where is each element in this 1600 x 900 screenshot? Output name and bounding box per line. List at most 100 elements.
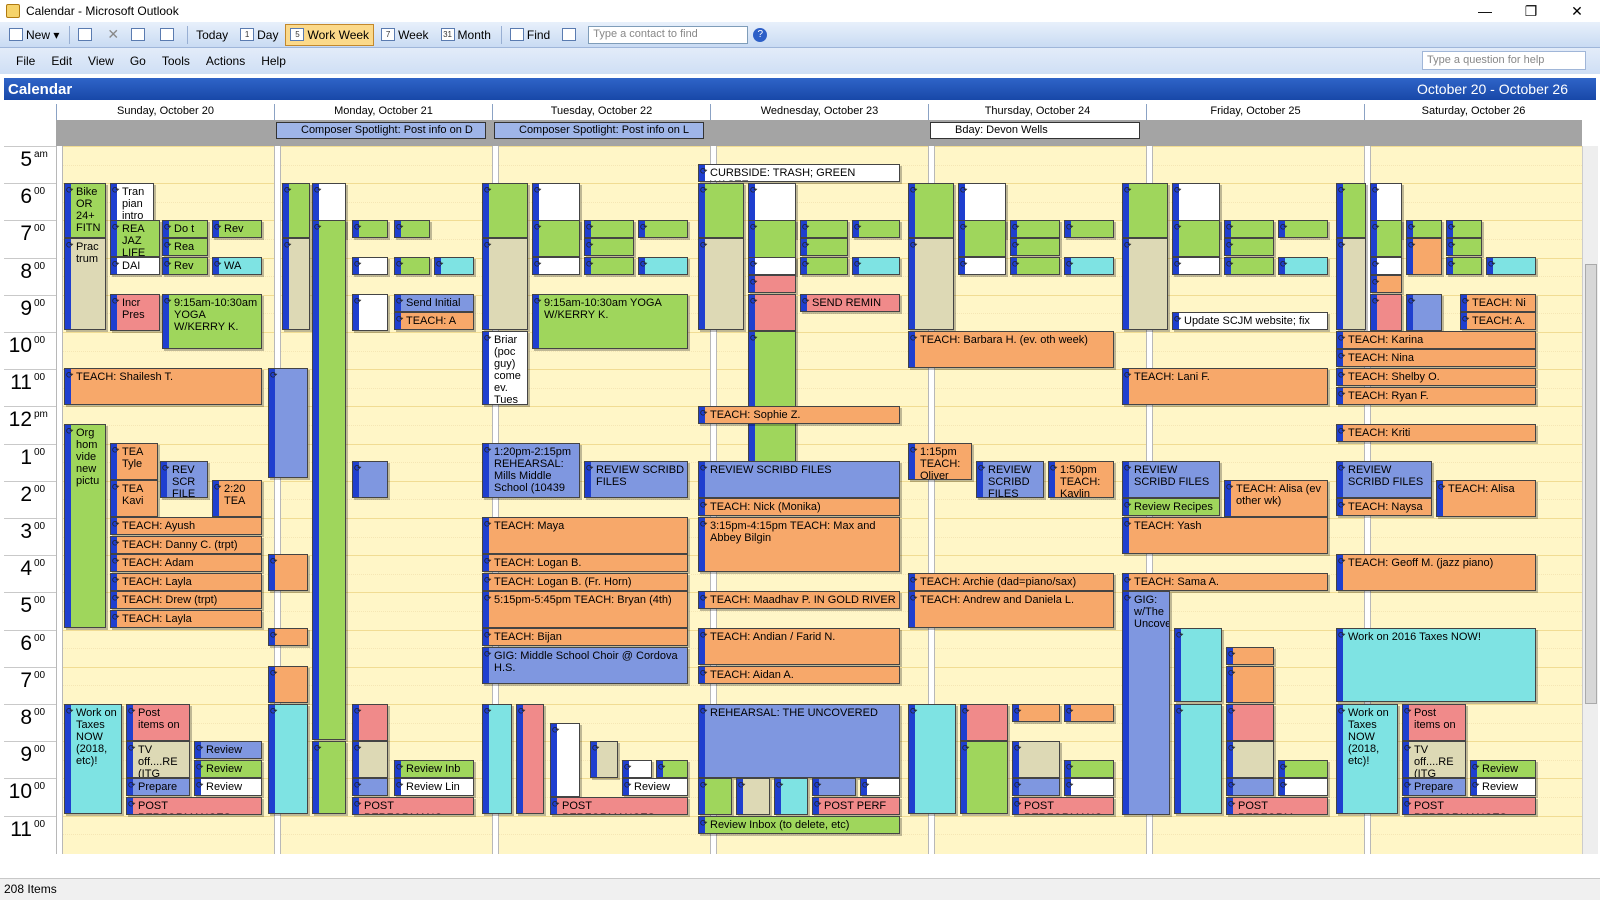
calendar-event[interactable]: Bike OR 24+ FITN [64,183,106,238]
calendar-event[interactable] [960,741,1008,814]
calendar-event[interactable] [1226,647,1274,665]
calendar-event[interactable]: WA [212,257,262,275]
calendar-event[interactable] [1226,666,1274,703]
calendar-event[interactable] [482,183,528,238]
calendar-event[interactable]: Prepare [126,778,190,796]
calendar-event[interactable] [656,760,688,778]
calendar-event[interactable] [958,257,1006,275]
calendar-event[interactable] [1446,257,1482,275]
calendar-event[interactable] [1406,220,1442,238]
calendar-event[interactable] [748,275,796,293]
calendar-event[interactable]: TEACH: Alisa [1436,480,1536,517]
month-view-button[interactable]: 31 Month [436,24,496,46]
scroll-thumb[interactable] [1585,264,1597,704]
calendar-event[interactable]: Incr Pres [110,294,160,331]
calendar-event[interactable]: POST PERFORMANC [1012,797,1114,815]
find-button[interactable]: Find [505,24,555,46]
calendar-event[interactable]: TEACH: Maya [482,517,688,554]
all-day-event[interactable]: Composer Spotlight: Post info on L [494,122,704,139]
calendar-event[interactable]: REHEARSAL: THE UNCOVERED [698,704,900,778]
calendar-event[interactable] [434,257,474,275]
calendar-event[interactable] [698,183,744,238]
calendar-event[interactable] [774,778,808,815]
calendar-event[interactable]: REVIEW SCRIBD FILES [1336,461,1432,498]
calendar-event[interactable] [268,666,308,703]
calendar-event[interactable] [800,220,848,238]
calendar-event[interactable] [584,238,634,256]
calendar-event[interactable] [268,628,308,646]
calendar-event[interactable] [352,778,388,796]
calendar-event[interactable]: TEACH: Aidan A. [698,666,900,684]
calendar-event[interactable]: Org hom vide new pictu [64,424,106,628]
calendar-event[interactable] [1278,257,1328,275]
calendar-event[interactable] [908,183,954,238]
calendar-event[interactable]: Work on Taxes NOW (2018, etc)! [64,704,122,814]
calendar-event[interactable]: Work on Taxes NOW (2018, etc)! [1336,704,1398,814]
calendar-event[interactable] [282,238,310,330]
calendar-event[interactable]: Post items on [1402,704,1466,741]
calendar-event[interactable] [584,220,634,238]
day-header-tuesday[interactable]: Tuesday, October 22 [492,104,710,120]
calendar-event[interactable] [1174,628,1222,702]
calendar-event[interactable]: 3:15pm-4:15pm TEACH: Max and Abbey Bilgi… [698,517,900,572]
calendar-event[interactable]: REVIEW SCRIBD FILES [1122,461,1220,498]
calendar-event[interactable]: TEACH: Alisa (ev other wk) [1224,480,1328,517]
calendar-event[interactable] [1172,257,1220,275]
calendar-event[interactable] [1278,220,1328,238]
calendar-event[interactable]: POST PERFORMANC [352,797,474,815]
calendar-event[interactable]: Review [1470,778,1536,796]
delete-button[interactable]: ✕ [102,24,124,46]
calendar-grid[interactable]: Bike OR 24+ FITN Tran pian intro Prac tr… [56,146,1582,854]
day-header-sunday[interactable]: Sunday, October 20 [56,104,274,120]
calendar-event[interactable] [352,461,388,498]
calendar-event[interactable] [352,704,388,741]
calendar-event[interactable]: Review [194,760,262,778]
calendar-event[interactable]: Review [622,778,688,796]
calendar-event[interactable]: POST PERFORM [1226,797,1328,815]
calendar-event[interactable]: 1:15pm TEACH: Oliver [908,443,972,480]
calendar-event[interactable]: SEND REMIN [800,294,900,312]
menu-tools[interactable]: Tools [154,54,198,68]
calendar-event[interactable]: Review Inbox (to delete, etc) [698,816,900,834]
calendar-event[interactable]: Briar (poc guy) come ev. Tues [482,331,528,405]
calendar-event[interactable] [352,741,388,778]
calendar-event[interactable] [1064,220,1114,238]
calendar-event[interactable]: Rea [162,238,208,256]
calendar-event[interactable]: Post items on [126,704,190,741]
calendar-event[interactable] [1406,238,1442,275]
calendar-event[interactable] [698,238,744,330]
grid-button[interactable] [126,24,153,46]
calendar-event[interactable]: REVIEW SCRIBD FILES [584,461,688,498]
calendar-event[interactable]: Update SCJM website; fix [1172,312,1328,330]
calendar-event[interactable] [1012,741,1060,778]
calendar-event[interactable] [1172,220,1220,257]
calendar-event[interactable] [1226,778,1274,796]
calendar-event[interactable] [352,257,388,275]
day-header-saturday[interactable]: Saturday, October 26 [1364,104,1582,120]
today-button[interactable]: Today [191,24,233,46]
day-header-thursday[interactable]: Thursday, October 24 [928,104,1146,120]
day-header-monday[interactable]: Monday, October 21 [274,104,492,120]
help-search-input[interactable]: Type a question for help [1422,51,1586,70]
calendar-event[interactable]: TEACH: Andian / Farid N. [698,628,900,665]
calendar-event[interactable]: TEACH: Bijan [482,628,688,646]
calendar-event[interactable]: TEACH: Yash [1122,517,1328,554]
menu-edit[interactable]: Edit [43,54,80,68]
calendar-event[interactable]: TV off....RE (ITG [1402,741,1466,778]
calendar-event[interactable] [1226,704,1274,741]
calendar-event[interactable] [1064,778,1114,796]
calendar-event[interactable]: TEACH: Adam [110,554,262,572]
calendar-event[interactable] [1174,704,1222,814]
calendar-event[interactable]: 1:50pm TEACH: Kaylin [1048,461,1114,498]
minimize-button[interactable]: — [1462,0,1508,22]
calendar-event[interactable]: TEACH: Geoff M. (jazz piano) [1336,554,1536,591]
menu-view[interactable]: View [80,54,122,68]
calendar-event[interactable]: TEACH: Layla [110,610,262,628]
calendar-event[interactable] [1012,704,1060,722]
calendar-event[interactable]: Send Initial [394,294,474,312]
help-button[interactable]: ? [748,24,772,46]
calendar-event[interactable] [1406,294,1442,331]
calendar-event[interactable]: REA JAZ LIFE [110,220,160,257]
calendar-event[interactable]: POST PERF [812,797,900,815]
calendar-event[interactable] [516,704,544,814]
